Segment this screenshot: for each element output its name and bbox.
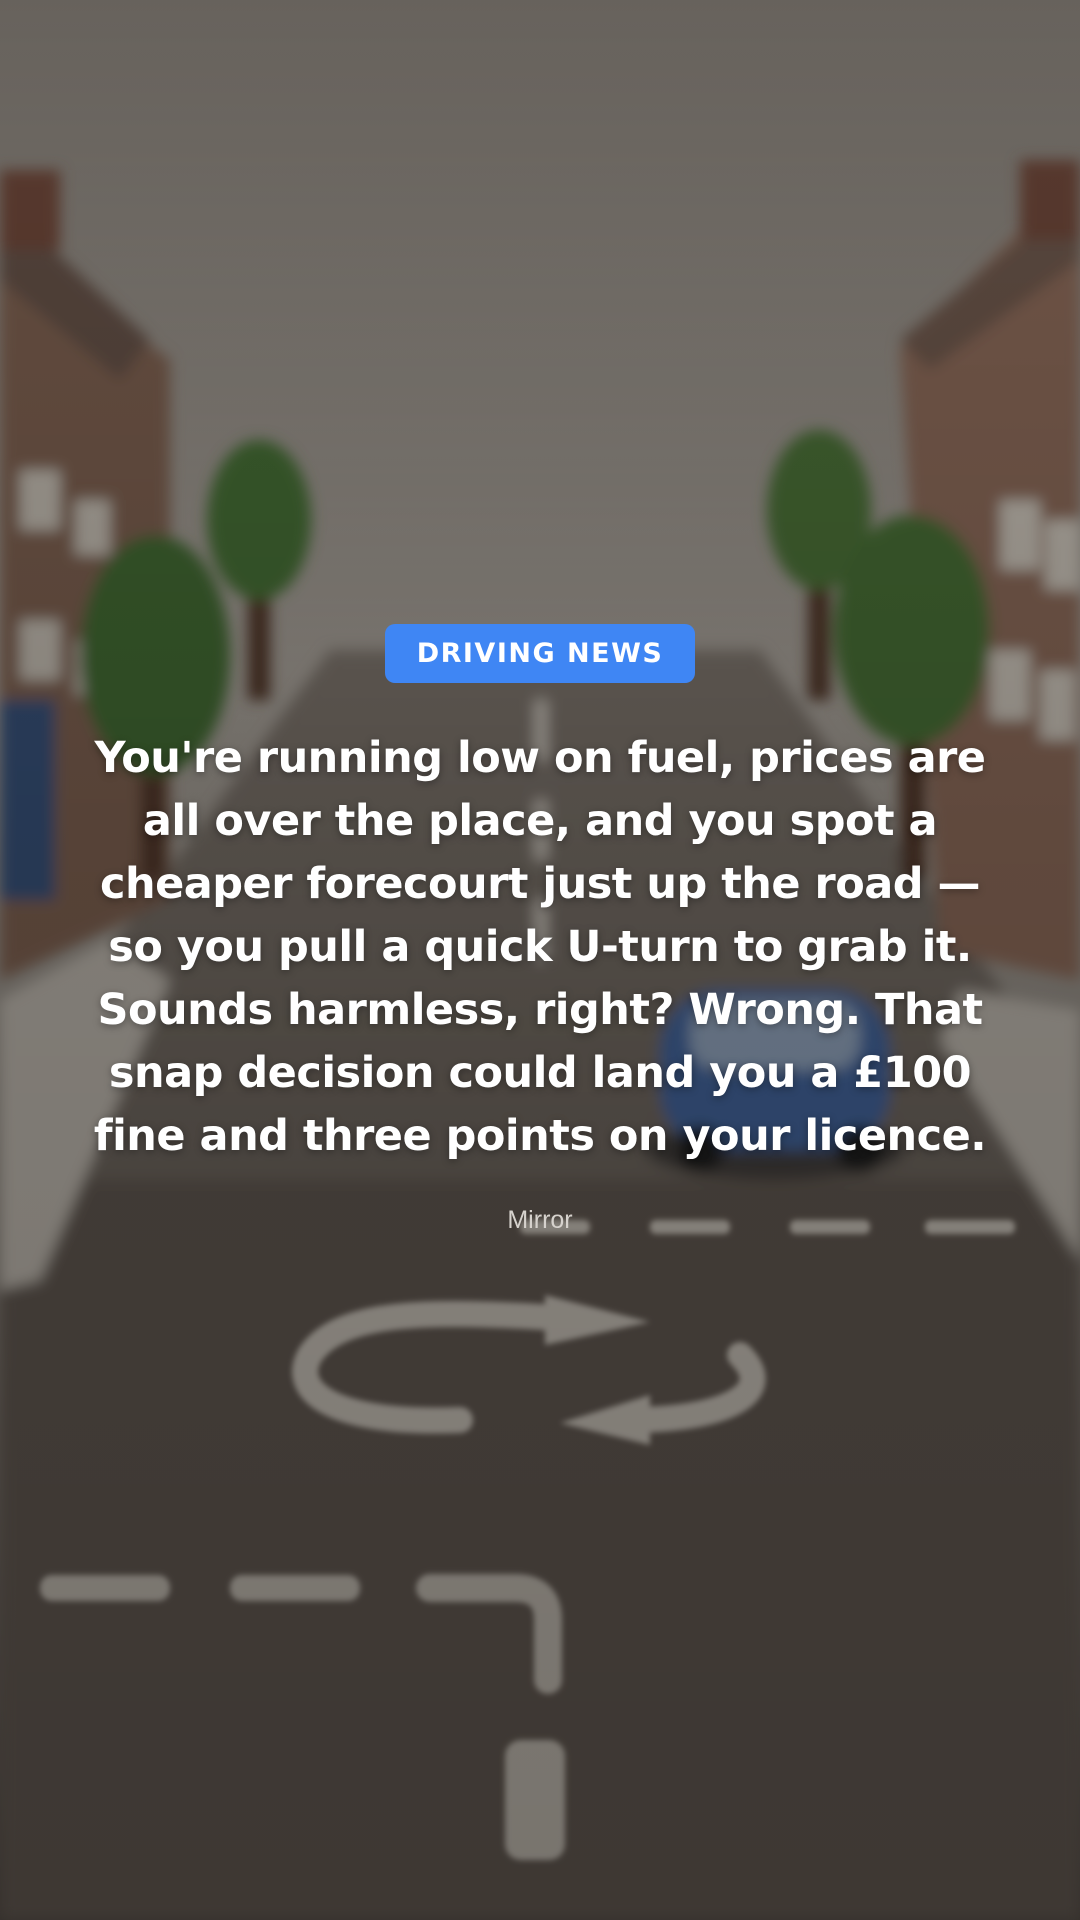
- story-content: DRIVING NEWS You're running low on fuel,…: [0, 624, 1080, 1235]
- source-label[interactable]: Mirror: [507, 1206, 572, 1235]
- category-badge[interactable]: DRIVING NEWS: [384, 624, 696, 683]
- story-card[interactable]: DRIVING NEWS You're running low on fuel,…: [0, 0, 1080, 1920]
- story-headline: You're running low on fuel, prices are a…: [93, 733, 987, 1161]
